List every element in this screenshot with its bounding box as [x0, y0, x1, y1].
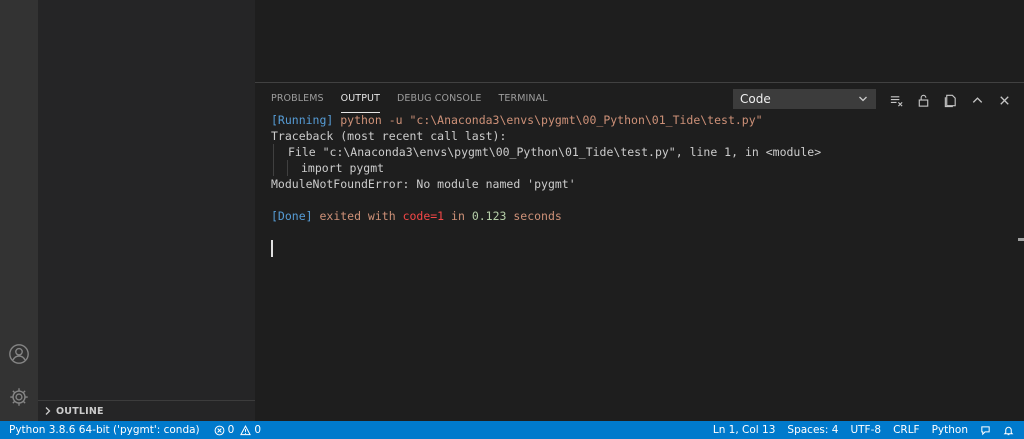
done-line: [Done] exited with code=1 in 0.123 secon…	[271, 208, 1011, 224]
text-cursor	[271, 240, 273, 257]
chevron-up-icon[interactable]	[969, 92, 986, 109]
status-bar: Python 3.8.6 64-bit ('pygmt': conda) 0 0…	[0, 421, 1024, 439]
editor-area	[255, 0, 1024, 82]
running-tag: [Running]	[271, 113, 334, 127]
open-in-editor-icon[interactable]	[942, 92, 959, 109]
activity-bar	[0, 0, 38, 421]
exit-code: code=1	[402, 209, 445, 223]
chevron-right-icon	[45, 407, 51, 415]
traceback-code-line: import pygmt	[273, 160, 1011, 176]
output-channel-select[interactable]: Code	[733, 89, 876, 109]
output-log: [Running] python -u "c:\Anaconda3\envs\p…	[271, 112, 1011, 224]
import-statement: import pygmt	[287, 160, 384, 176]
panel-tabs: PROBLEMS OUTPUT DEBUG CONSOLE TERMINAL	[271, 90, 548, 114]
sidebar: OUTLINE	[38, 0, 255, 421]
scrollbar-marker[interactable]	[1018, 238, 1024, 241]
done-time: 0.123	[471, 209, 507, 223]
outline-label: OUTLINE	[56, 405, 104, 417]
error-icon	[214, 425, 225, 435]
tab-output[interactable]: OUTPUT	[340, 91, 380, 113]
done-in: in	[444, 209, 472, 223]
feedback-icon[interactable]	[980, 425, 991, 436]
lock-icon[interactable]	[915, 92, 932, 109]
chevron-down-icon	[859, 96, 867, 102]
done-tag: [Done]	[271, 209, 313, 223]
running-line: [Running] python -u "c:\Anaconda3\envs\p…	[271, 112, 1011, 128]
problems-status[interactable]: 0 0	[214, 424, 261, 436]
indentation-status[interactable]: Spaces: 4	[787, 424, 838, 436]
tab-problems[interactable]: PROBLEMS	[271, 91, 324, 113]
close-icon[interactable]	[996, 92, 1013, 109]
account-icon[interactable]	[7, 342, 31, 366]
warning-icon	[240, 424, 252, 435]
bottom-panel: PROBLEMS OUTPUT DEBUG CONSOLE TERMINAL C…	[255, 82, 1024, 421]
panel-actions	[888, 90, 1013, 110]
python-interpreter-status[interactable]: Python 3.8.6 64-bit ('pygmt': conda)	[9, 424, 200, 436]
encoding-status[interactable]: UTF-8	[850, 424, 881, 436]
error-line: ModuleNotFoundError: No module named 'py…	[271, 177, 576, 191]
vscode-window: OUTLINE PROBLEMS OUTPUT DEBUG CONSOLE TE…	[0, 0, 1024, 439]
done-unit: seconds	[506, 209, 562, 223]
warning-count: 0	[254, 424, 262, 436]
running-command: python -u "c:\Anaconda3\envs\pygmt\00_Py…	[333, 113, 763, 127]
clear-all-icon[interactable]	[888, 92, 905, 109]
error-count: 0	[227, 424, 235, 436]
traceback-file-line: File "c:\Anaconda3\envs\pygmt\00_Python\…	[273, 144, 1011, 160]
tab-terminal[interactable]: TERMINAL	[498, 91, 547, 113]
outline-section-header[interactable]: OUTLINE	[38, 400, 255, 421]
bell-icon[interactable]	[1003, 425, 1014, 436]
tab-debug-console[interactable]: DEBUG CONSOLE	[397, 91, 482, 113]
cursor-position-status[interactable]: Ln 1, Col 13	[713, 424, 776, 436]
done-text: exited with	[312, 209, 403, 223]
eol-status[interactable]: CRLF	[893, 424, 920, 436]
language-mode-status[interactable]: Python	[932, 424, 968, 436]
traceback-line: Traceback (most recent call last):	[271, 129, 507, 143]
gear-icon[interactable]	[7, 385, 31, 409]
output-channel-value: Code	[740, 92, 771, 106]
